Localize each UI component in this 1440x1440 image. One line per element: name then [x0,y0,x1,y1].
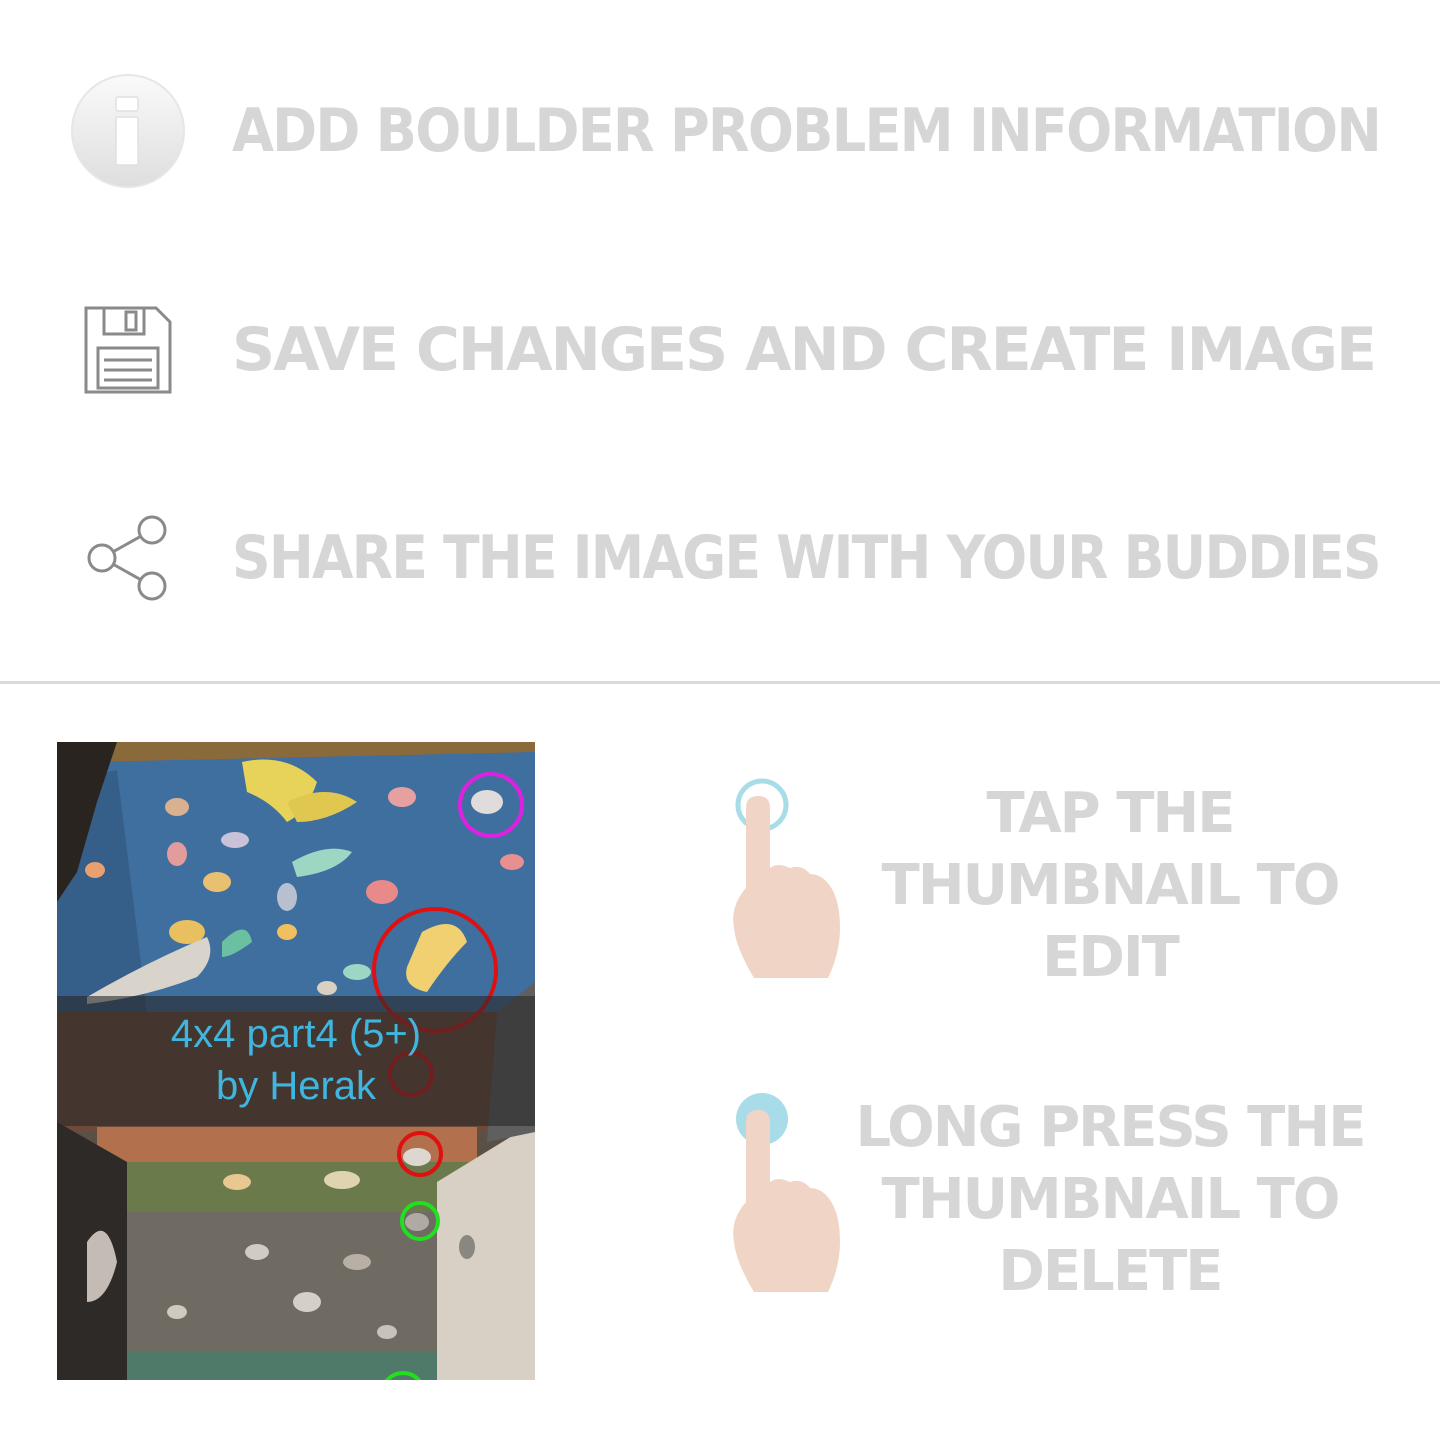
problem-author: by Herak [215,1064,377,1108]
boulder-problem-thumbnail[interactable]: 4x4 part4 (5+) by Herak [57,742,535,1380]
thumbnail-caption: 4x4 part4 (5+) by Herak [57,996,535,1126]
long-press-gesture-icon [718,1092,848,1292]
problem-title: 4x4 part4 (5+) [170,1012,422,1056]
onboarding-help-screen: Add boulder problem information Save cha… [0,0,1440,1440]
tap-gesture-icon [718,778,848,978]
feature-row-share: Share the image with your buddies [0,500,1440,630]
feature-row-save: Save changes and create image [0,292,1440,422]
feature-label-add-info: Add boulder problem information [232,96,1382,166]
feature-label-share: Share the image with your buddies [232,523,1382,593]
long-press-hint-label: Long press the thumbnail to delete [855,1095,1366,1304]
floppy-disk-icon [82,304,174,396]
section-divider [0,681,1440,684]
tap-hint-label: Tap the thumbnail to edit [881,781,1341,990]
feature-label-save: Save changes and create image [232,315,1377,385]
feature-row-add-info: Add boulder problem information [0,73,1440,203]
share-icon [82,512,174,604]
info-icon [70,73,186,189]
